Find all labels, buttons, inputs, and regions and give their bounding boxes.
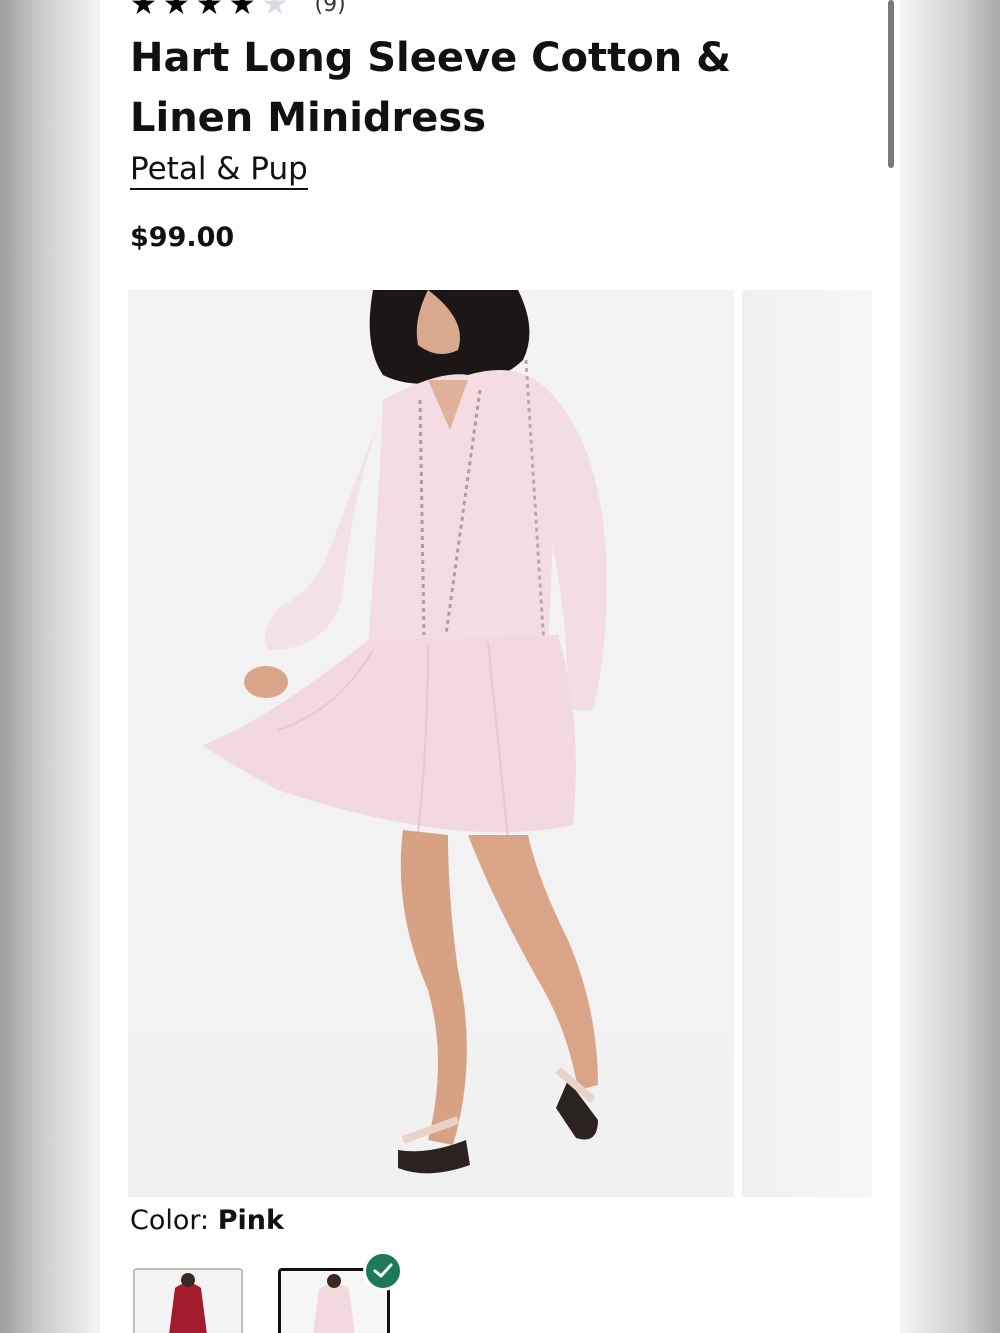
product-page: ★ ★ ★ ★ ★ (9) Hart Long Sleeve Cotton & …	[100, 0, 900, 1333]
page-backdrop-right	[900, 0, 1000, 1333]
model-dress-illustration	[203, 290, 607, 1174]
red-dress-thumbnail	[135, 1270, 241, 1333]
review-count[interactable]: (9)	[315, 0, 346, 16]
star-icon: ★	[130, 0, 157, 22]
selected-check-icon	[363, 1251, 403, 1291]
star-icon: ★	[228, 0, 256, 22]
star-icon: ★	[195, 0, 223, 22]
star-icon: ★	[261, 0, 289, 22]
product-price: $99.00	[130, 222, 235, 253]
check-icon	[373, 1263, 393, 1278]
color-label-prefix: Color:	[130, 1205, 210, 1236]
page-backdrop-left	[0, 0, 100, 1333]
brand-link[interactable]: Petal & Pup	[130, 150, 308, 190]
color-label: Color: Pink	[130, 1203, 284, 1239]
scrollbar[interactable]	[888, 0, 894, 168]
product-title: Hart Long Sleeve Cotton & Linen Minidres…	[130, 35, 731, 141]
selected-color-name: Pink	[217, 1205, 284, 1236]
color-swatch-red[interactable]	[133, 1268, 243, 1333]
product-image-next[interactable]	[742, 290, 872, 1197]
star-icon: ★	[162, 0, 190, 22]
product-rating[interactable]: ★ ★ ★ ★ ★ (9)	[130, 0, 346, 20]
product-image-main[interactable]	[128, 290, 734, 1197]
